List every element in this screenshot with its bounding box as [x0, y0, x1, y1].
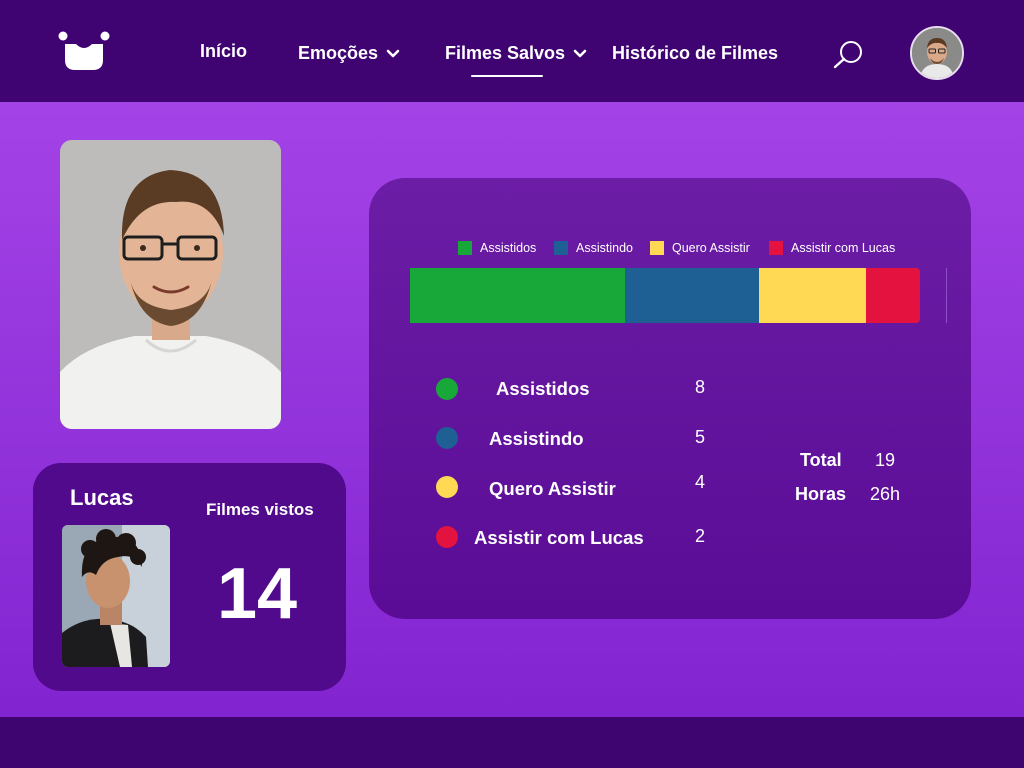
top-navigation-bar: Início Emoções Filmes Salvos Histórico d… — [0, 0, 1024, 102]
nav-item-filmes-salvos[interactable]: Filmes Salvos — [445, 43, 587, 64]
category-dot — [436, 476, 458, 498]
total-label: Total — [800, 450, 842, 470]
category-value: 2 — [695, 526, 706, 546]
active-tab-underline — [471, 75, 543, 77]
chart-axis-tick — [946, 268, 947, 323]
category-value: 5 — [695, 427, 706, 447]
category-label-assistidos: Assistidos — [496, 378, 590, 399]
nav-item-label: Filmes Salvos — [445, 43, 566, 63]
chart-legend-item: Assistidos — [458, 241, 536, 255]
legend-swatch — [458, 241, 472, 255]
friend-card[interactable]: Lucas Filmes vistos 14 — [33, 463, 346, 691]
category-dot — [436, 526, 458, 548]
category-label-assistindo: Assistindo — [489, 428, 584, 449]
user-avatar[interactable] — [910, 26, 964, 80]
legend-label: Quero Assistir — [672, 241, 750, 255]
legend-label: Assistindo — [576, 241, 633, 255]
person-photo-icon — [912, 28, 962, 78]
total-value: 19 — [875, 450, 896, 470]
nav-item-label: Início — [200, 41, 248, 61]
hours-label: Horas — [795, 484, 847, 504]
nav-item-label: Emoções — [298, 43, 379, 63]
legend-swatch — [554, 241, 568, 255]
chart-legend-item: Quero Assistir — [650, 241, 750, 255]
films-watched-label: Filmes vistos — [206, 500, 314, 519]
bar-segment-assistindo — [624, 268, 759, 323]
category-dot — [436, 378, 458, 400]
category-label-assistir-com-lucas: Assistir com Lucas — [474, 527, 644, 548]
hours-value: 26h — [870, 484, 901, 504]
friend-name: Lucas — [70, 485, 134, 510]
legend-label: Assistidos — [480, 241, 537, 255]
legend-label: Assistir com Lucas — [791, 241, 896, 255]
footer-bar — [0, 717, 1024, 768]
search-icon[interactable] — [832, 38, 866, 70]
stats-card: Assistidos Assistindo Quero Assistir Ass… — [369, 178, 971, 619]
category-label-quero-assistir: Quero Assistir — [489, 478, 616, 499]
bar-segment-quero-assistir — [758, 268, 867, 323]
man-profile-photo-icon — [62, 525, 170, 667]
profile-photo — [60, 140, 281, 429]
bar-segment-assistidos — [410, 268, 625, 323]
chart-legend-item: Assistindo — [554, 241, 633, 255]
films-watched-count: 14 — [217, 554, 298, 634]
nav-item-label: Histórico de Filmes — [612, 43, 779, 63]
chevron-down-icon — [573, 49, 587, 58]
nav-item-inicio[interactable]: Início — [200, 41, 247, 62]
category-value: 8 — [695, 377, 706, 397]
legend-swatch — [650, 241, 664, 255]
chevron-down-icon — [386, 49, 400, 58]
stacked-bar-chart — [410, 268, 920, 323]
nav-item-emocoes[interactable]: Emoções — [298, 43, 400, 64]
friend-photo — [62, 525, 170, 667]
category-value: 4 — [695, 472, 706, 492]
legend-swatch — [769, 241, 783, 255]
smiling-man-photo-icon — [60, 140, 281, 429]
nav-item-historico[interactable]: Histórico de Filmes — [612, 43, 778, 64]
bar-segment-assistir-com-lucas — [866, 268, 920, 323]
category-dot — [436, 427, 458, 449]
chart-legend-item: Assistir com Lucas — [769, 241, 895, 255]
smiling-face-logo-icon[interactable] — [56, 30, 112, 74]
